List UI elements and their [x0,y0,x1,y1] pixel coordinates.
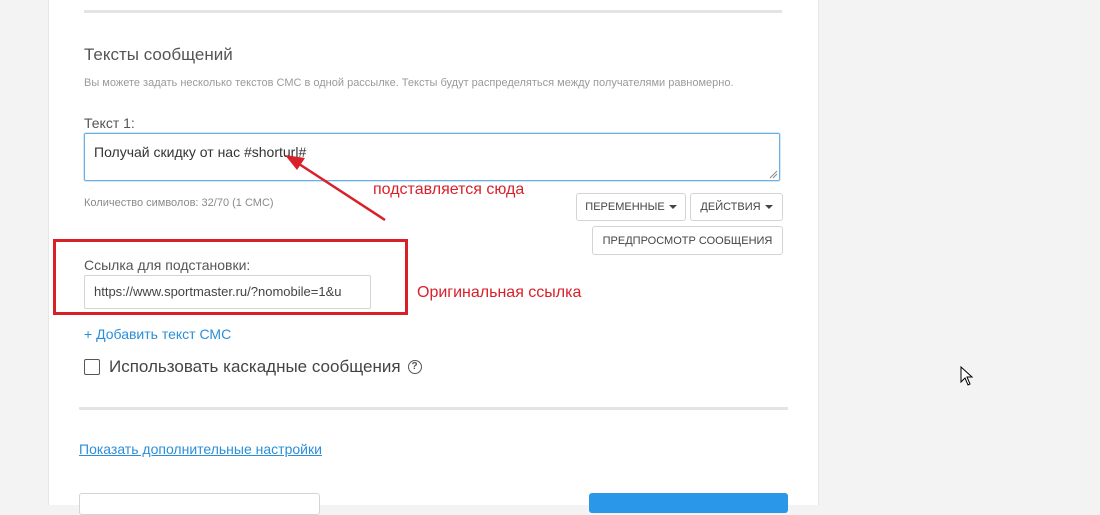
annotation-substitute-here: подставляется сюда [373,181,525,198]
annotation-arrow [285,155,386,222]
annotation-original-link: Оригинальная ссылка [417,284,582,301]
mouse-cursor-icon [960,366,974,386]
